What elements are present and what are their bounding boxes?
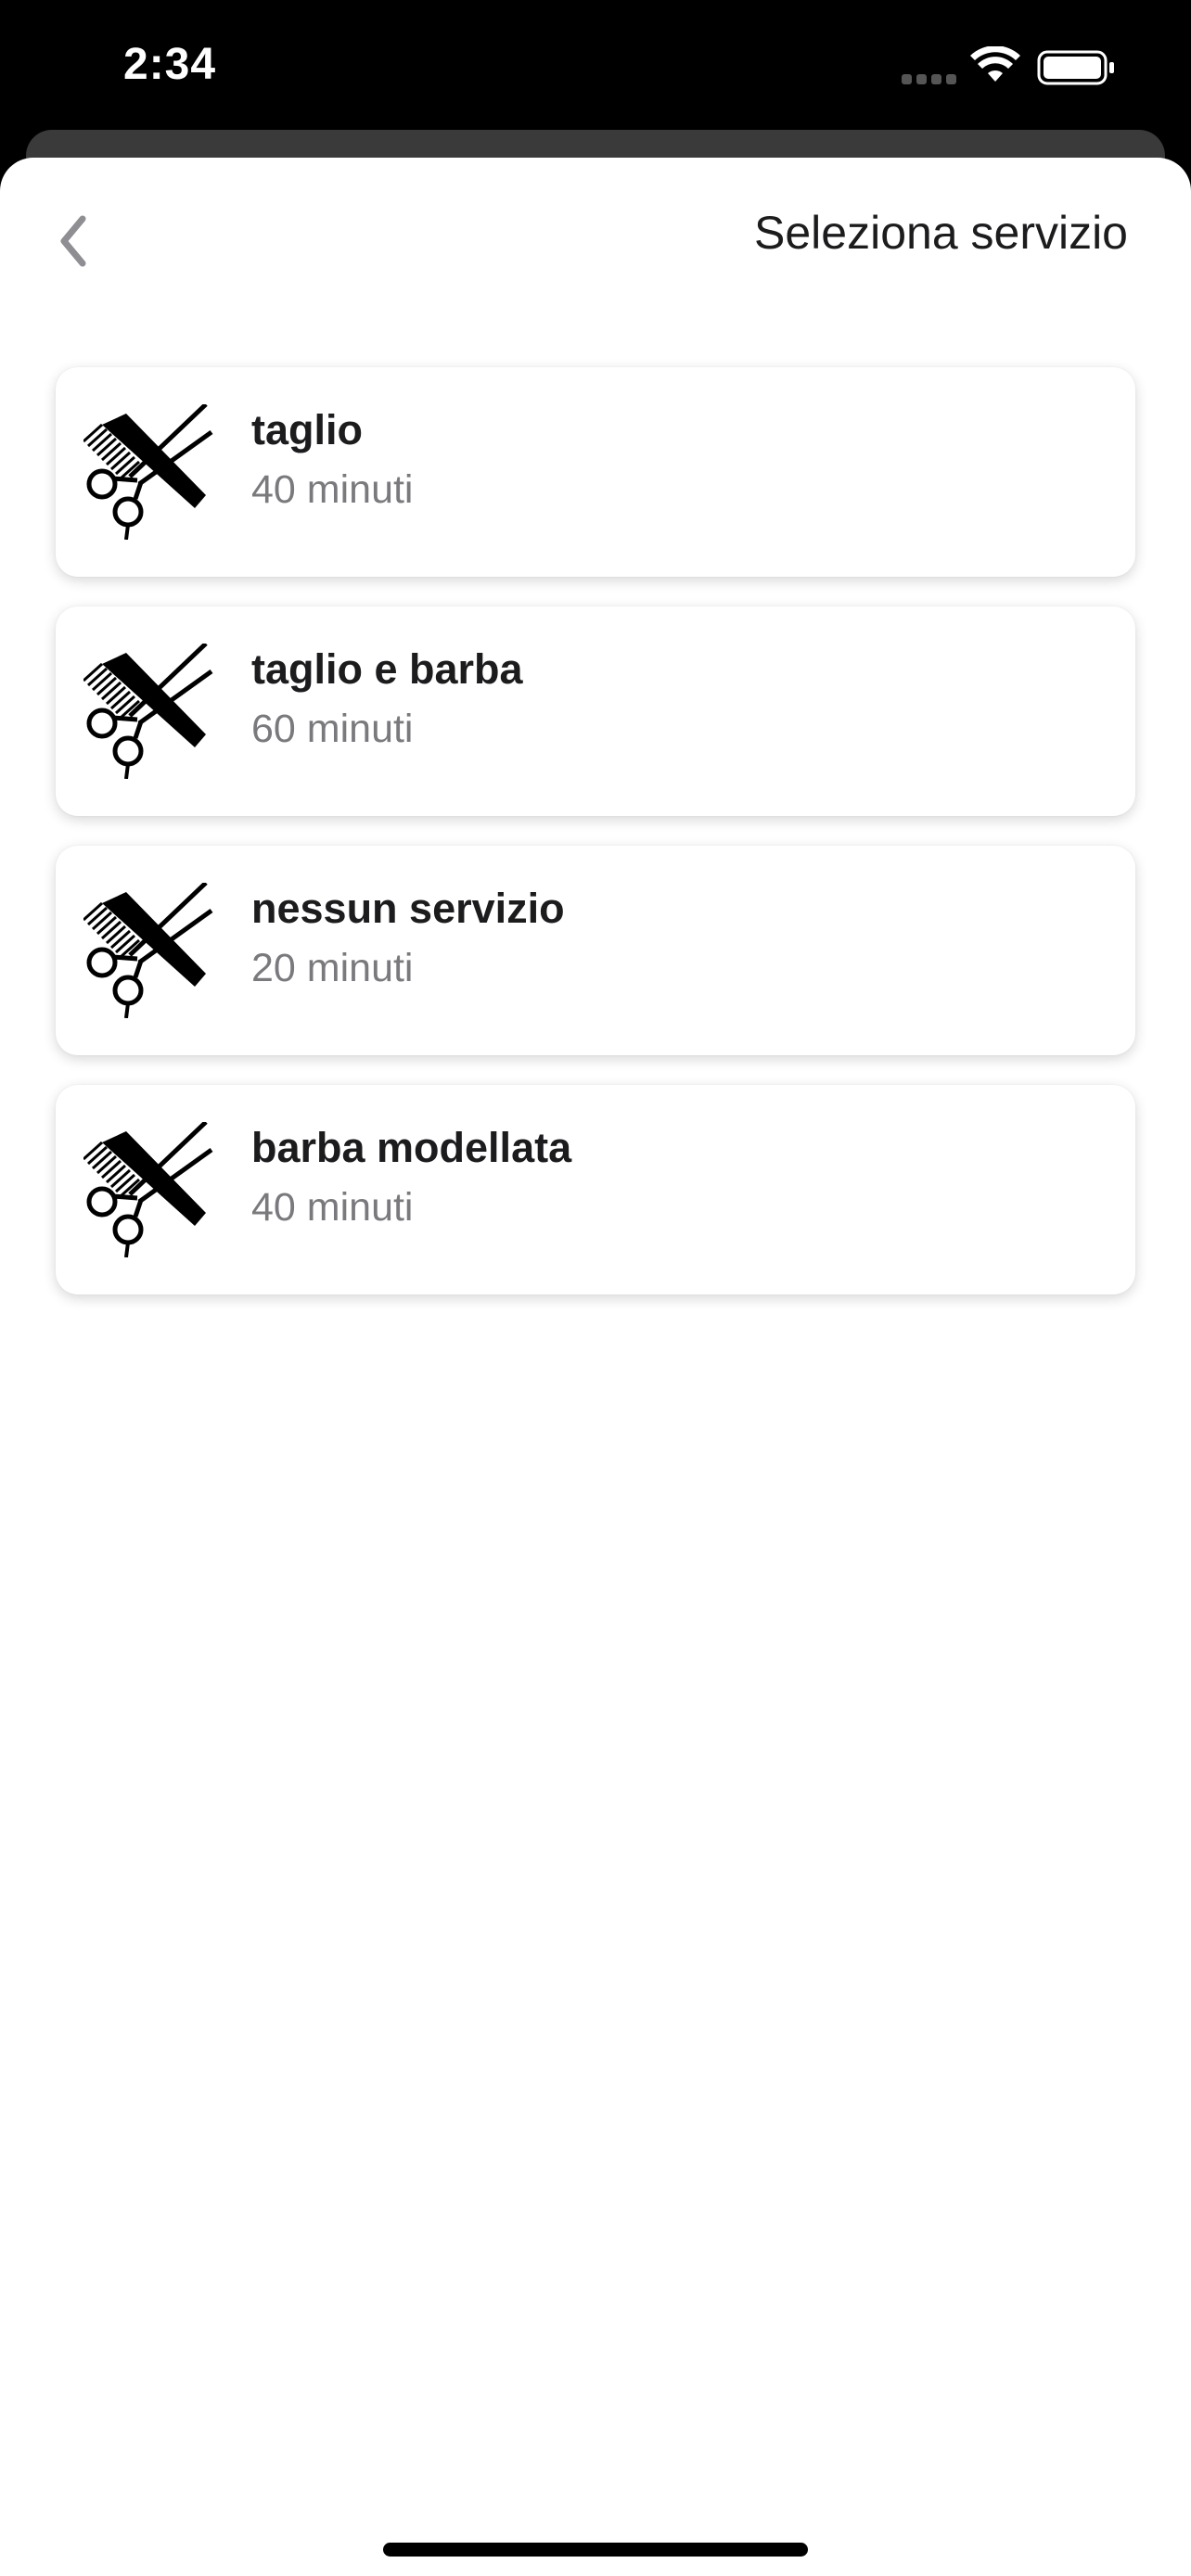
service-item[interactable]: taglio 40 minuti [56, 367, 1135, 577]
service-name: barba modellata [251, 1124, 572, 1171]
wifi-icon [970, 46, 1020, 82]
comb-scissors-icon [83, 1122, 213, 1257]
service-item[interactable]: nessun servizio 20 minuti [56, 846, 1135, 1055]
status-time: 2:34 [123, 40, 217, 89]
home-indicator[interactable] [383, 2543, 808, 2557]
comb-scissors-icon [83, 404, 213, 540]
service-duration: 40 minuti [251, 1185, 414, 1230]
back-button[interactable] [45, 204, 100, 278]
service-sheet: Seleziona servizio taglio 40 minuti tagl… [0, 158, 1191, 2576]
signal-icon [902, 74, 957, 85]
service-duration: 60 minuti [251, 707, 414, 751]
nav-bar: Seleziona servizio [0, 158, 1191, 315]
service-name: taglio [251, 406, 363, 453]
service-name: taglio e barba [251, 645, 523, 693]
service-duration: 40 minuti [251, 467, 414, 512]
service-list: taglio 40 minuti taglio e barba 60 minut… [56, 367, 1135, 1324]
chevron-left-icon [60, 215, 86, 267]
comb-scissors-icon [83, 883, 213, 1018]
service-item[interactable]: taglio e barba 60 minuti [56, 606, 1135, 816]
comb-scissors-icon [83, 644, 213, 779]
service-item[interactable]: barba modellata 40 minuti [56, 1085, 1135, 1294]
battery-icon [1037, 50, 1114, 85]
service-duration: 20 minuti [251, 946, 414, 990]
page-title: Seleziona servizio [754, 207, 1128, 259]
service-name: nessun servizio [251, 885, 565, 932]
